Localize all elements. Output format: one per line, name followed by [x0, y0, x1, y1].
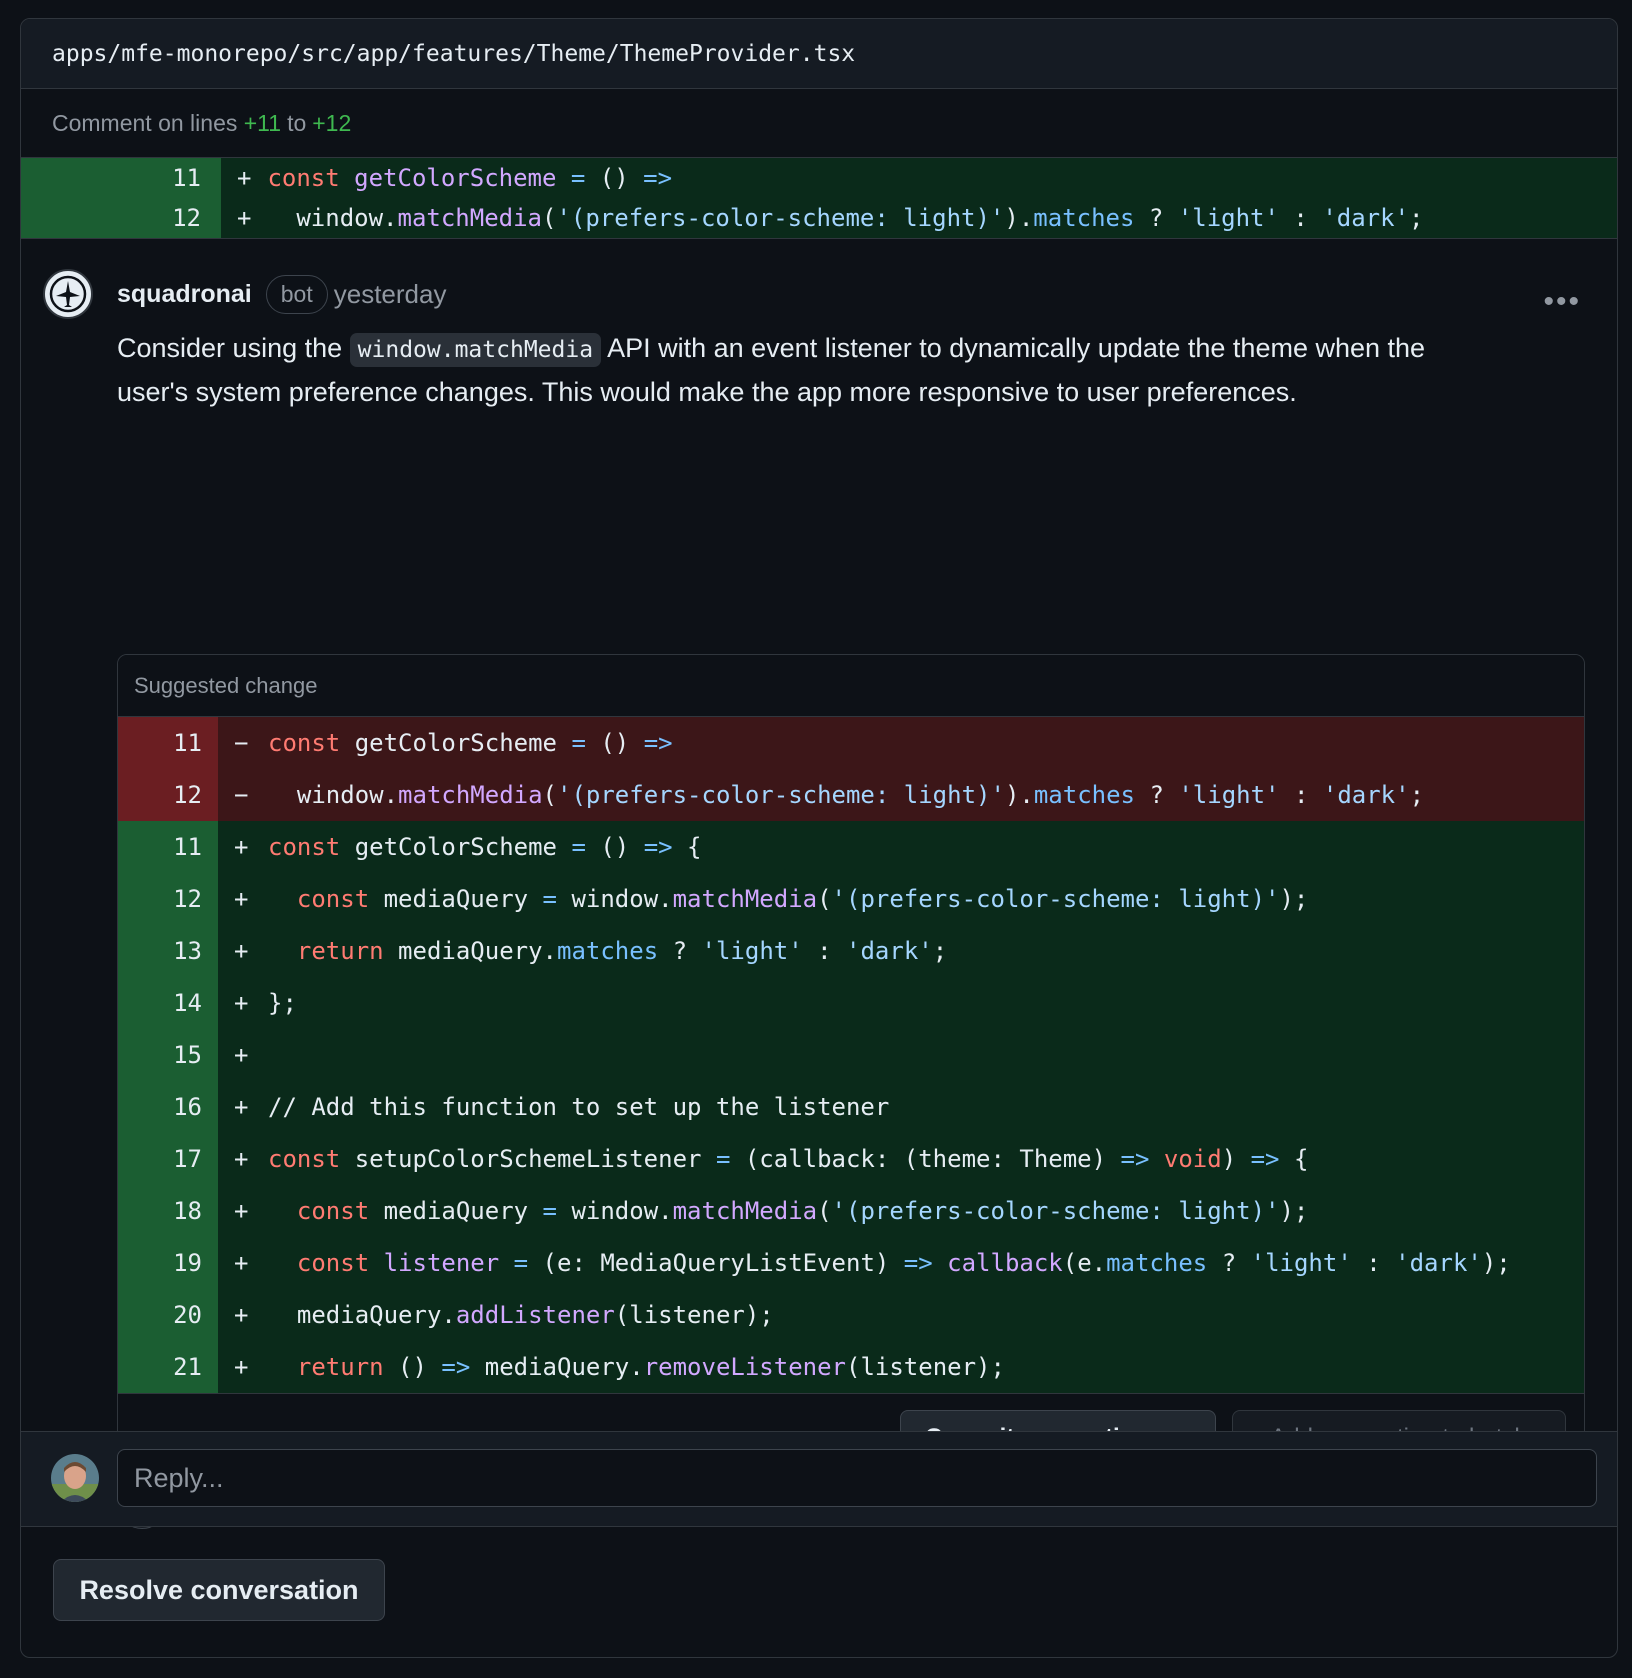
added-line: 12 + const mediaQuery = window.matchMedi…: [118, 873, 1584, 925]
added-line: 21 + return () => mediaQuery.removeListe…: [118, 1341, 1584, 1393]
comment-range-end: +12: [312, 109, 352, 136]
code-line: const setupColorSchemeListener = (callba…: [268, 1145, 1309, 1173]
line-number: 12: [131, 198, 221, 238]
diff-sign: +: [234, 1197, 249, 1225]
diff-sign: +: [234, 1249, 249, 1277]
line-number: 14: [118, 977, 218, 1029]
reply-input[interactable]: [117, 1449, 1597, 1507]
added-line: 16 + // Add this function to set up the …: [118, 1081, 1584, 1133]
added-line: 14 + };: [118, 977, 1584, 1029]
line-number: 11: [131, 158, 221, 198]
removed-line: 12 − window.matchMedia('(prefers-color-s…: [118, 769, 1584, 821]
diff-sign: +: [234, 885, 249, 913]
code-line: mediaQuery.addListener(listener);: [268, 1301, 774, 1329]
added-line: 18 + const mediaQuery = window.matchMedi…: [118, 1185, 1584, 1237]
context-diff: 11 + const getColorScheme = () => 12 + w…: [21, 157, 1617, 239]
file-path-header[interactable]: apps/mfe-monorepo/src/app/features/Theme…: [21, 19, 1617, 89]
code-line: // Add this function to set up the liste…: [268, 1093, 890, 1121]
diff-sign: −: [234, 781, 249, 809]
code-line: return mediaQuery.matches ? 'light' : 'd…: [296, 937, 948, 965]
diff-sign: +: [237, 164, 252, 192]
line-number: 18: [118, 1185, 218, 1237]
comment-range: Comment on lines +11 to +12: [21, 89, 1617, 157]
line-number: 21: [118, 1341, 218, 1393]
line-number: 12: [118, 769, 218, 821]
added-line: 19 + const listener = (e: MediaQueryList…: [118, 1237, 1584, 1289]
diff-sign: +: [234, 833, 249, 861]
suggestion-diff: 11 − const getColorScheme = () => 12 − w…: [118, 717, 1584, 1445]
code-line: window.matchMedia('(prefers-color-scheme…: [267, 204, 1424, 232]
line-number: 12: [118, 873, 218, 925]
added-line: 17 + const setupColorSchemeListener = (c…: [118, 1133, 1584, 1185]
file-path[interactable]: apps/mfe-monorepo/src/app/features/Theme…: [52, 41, 855, 67]
line-number: 11: [118, 717, 218, 769]
line-number: 19: [118, 1237, 218, 1289]
author-name[interactable]: squadronai: [117, 280, 252, 309]
diff-sign: +: [234, 1145, 249, 1173]
comment-body-before: Consider using the: [117, 333, 343, 363]
code-line: return () => mediaQuery.removeListener(l…: [296, 1353, 1005, 1381]
kebab-horizontal-icon[interactable]: •••: [1543, 285, 1581, 319]
diff-sign: +: [234, 1353, 249, 1381]
comment-range-start: +11: [243, 109, 282, 136]
reply-bar: [21, 1431, 1617, 1527]
comment-header: squadronai bot yesterday: [117, 275, 446, 314]
code-line: window.matchMedia('(prefers-color-scheme…: [268, 781, 1425, 809]
line-number: 11: [118, 821, 218, 873]
code-line: const listener = (e: MediaQueryListEvent…: [296, 1249, 1511, 1277]
line-number: 15: [118, 1029, 218, 1081]
code-line: const mediaQuery = window.matchMedia('(p…: [296, 1197, 1309, 1225]
diff-sign: +: [234, 989, 249, 1017]
diff-sign: −: [234, 729, 249, 757]
code-line: const getColorScheme = () => {: [268, 833, 702, 861]
inline-code: window.matchMedia: [349, 333, 602, 367]
context-line: 12 + window.matchMedia('(prefers-color-s…: [21, 198, 1617, 238]
diff-sign: +: [237, 204, 252, 232]
diff-sign: +: [234, 1301, 249, 1329]
added-line: 20 + mediaQuery.addListener(listener);: [118, 1289, 1584, 1341]
bot-badge: bot: [265, 275, 328, 314]
context-line: 11 + const getColorScheme = () =>: [21, 158, 1617, 198]
diff-sign: +: [234, 1093, 249, 1121]
line-number: 16: [118, 1081, 218, 1133]
comment-timestamp[interactable]: yesterday: [334, 279, 447, 310]
comment-range-prefix: Comment on lines: [52, 109, 238, 136]
review-thread-card: apps/mfe-monorepo/src/app/features/Theme…: [20, 18, 1618, 1658]
added-line: 15 +: [118, 1029, 1584, 1081]
diff-sign: +: [234, 1041, 249, 1069]
old-line-gutter: [21, 198, 131, 238]
suggested-change-title: Suggested change: [118, 655, 1584, 717]
code-line: };: [268, 989, 297, 1017]
bot-avatar-icon[interactable]: [43, 269, 93, 319]
code-line: const getColorScheme = () =>: [267, 164, 673, 192]
comment-body: Consider using the window.matchMedia API…: [117, 327, 1497, 413]
code-line: const mediaQuery = window.matchMedia('(p…: [296, 885, 1309, 913]
removed-line: 11 − const getColorScheme = () =>: [118, 717, 1584, 769]
suggested-change-box: Suggested change 11 − const getColorSche…: [117, 654, 1585, 1484]
line-number: 13: [118, 925, 218, 977]
added-line: 13 + return mediaQuery.matches ? 'light'…: [118, 925, 1584, 977]
line-number: 17: [118, 1133, 218, 1185]
comment-range-joiner: to: [287, 109, 307, 136]
line-number: 20: [118, 1289, 218, 1341]
resolve-conversation-button[interactable]: Resolve conversation: [53, 1559, 385, 1621]
user-avatar[interactable]: [51, 1454, 99, 1502]
diff-sign: +: [234, 937, 249, 965]
code-line: const getColorScheme = () =>: [268, 729, 673, 757]
added-line: 11 + const getColorScheme = () => {: [118, 821, 1584, 873]
old-line-gutter: [21, 158, 131, 198]
